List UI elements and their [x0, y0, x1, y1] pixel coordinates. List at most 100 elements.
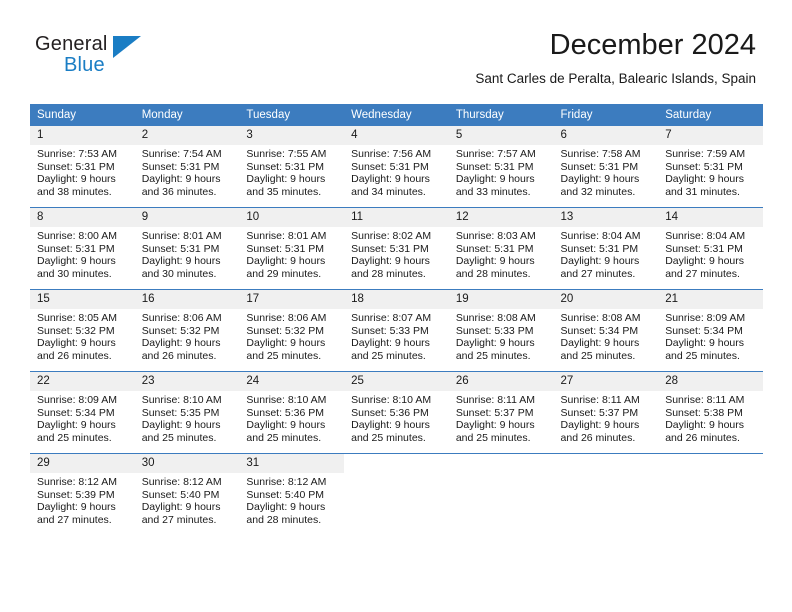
- logo-word-blue: Blue: [64, 54, 105, 76]
- day-cell[interactable]: 4 Sunrise: 7:56 AM Sunset: 5:31 PM Dayli…: [344, 126, 449, 208]
- sunrise-text: Sunrise: 8:01 AM: [141, 230, 222, 242]
- day-cell[interactable]: 15 Sunrise: 8:05 AM Sunset: 5:32 PM Dayl…: [30, 289, 135, 372]
- weekday-header-thursday: Thursday: [448, 104, 554, 126]
- daylight-text-line1: Daylight: 9 hours: [37, 501, 116, 514]
- day-details: Sunrise: 8:09 AM Sunset: 5:34 PM Dayligh…: [658, 309, 763, 362]
- sunrise-text: Sunrise: 8:10 AM: [141, 394, 222, 406]
- daylight-text-line1: Daylight: 9 hours: [560, 173, 640, 186]
- day-cell[interactable]: 7 Sunrise: 7:59 AM Sunset: 5:31 PM Dayli…: [658, 126, 763, 208]
- day-details: Sunrise: 8:11 AM Sunset: 5:37 PM Dayligh…: [449, 391, 554, 444]
- daylight-text-line2: and 25 minutes.: [560, 349, 636, 362]
- day-number: 6: [553, 126, 659, 145]
- page-subtitle: Sant Carles de Peralta, Balearic Islands…: [475, 71, 756, 86]
- sunset-text: Sunset: 5:31 PM: [665, 160, 743, 173]
- sunrise-text: Sunrise: 7:58 AM: [560, 148, 641, 160]
- day-details: Sunrise: 7:57 AM Sunset: 5:31 PM Dayligh…: [449, 145, 554, 198]
- day-cell[interactable]: 11 Sunrise: 8:02 AM Sunset: 5:31 PM Dayl…: [344, 207, 449, 290]
- day-cell[interactable]: 9 Sunrise: 8:01 AM Sunset: 5:31 PM Dayli…: [134, 207, 240, 290]
- day-number: 13: [553, 208, 659, 227]
- daylight-text-line1: Daylight: 9 hours: [141, 419, 221, 432]
- day-details: Sunrise: 8:06 AM Sunset: 5:32 PM Dayligh…: [135, 309, 240, 362]
- day-cell[interactable]: 31 Sunrise: 8:12 AM Sunset: 5:40 PM Dayl…: [239, 453, 345, 535]
- day-cell[interactable]: 26 Sunrise: 8:11 AM Sunset: 5:37 PM Dayl…: [448, 371, 554, 454]
- day-cell[interactable]: 1 Sunrise: 7:53 AM Sunset: 5:31 PM Dayli…: [30, 126, 135, 208]
- day-cell[interactable]: 14 Sunrise: 8:04 AM Sunset: 5:31 PM Dayl…: [658, 207, 763, 290]
- day-cell[interactable]: 24 Sunrise: 8:10 AM Sunset: 5:36 PM Dayl…: [239, 371, 345, 454]
- day-number: 20: [553, 290, 659, 309]
- day-cell[interactable]: 3 Sunrise: 7:55 AM Sunset: 5:31 PM Dayli…: [239, 126, 345, 208]
- day-cell[interactable]: 23 Sunrise: 8:10 AM Sunset: 5:35 PM Dayl…: [134, 371, 240, 454]
- daylight-text-line2: and 29 minutes.: [246, 267, 322, 280]
- sunset-text: Sunset: 5:31 PM: [351, 160, 429, 173]
- day-details: Sunrise: 8:11 AM Sunset: 5:37 PM Dayligh…: [554, 391, 659, 444]
- day-number: 19: [448, 290, 554, 309]
- weekday-header-monday: Monday: [134, 104, 240, 126]
- day-details: Sunrise: 8:04 AM Sunset: 5:31 PM Dayligh…: [554, 227, 659, 280]
- day-cell[interactable]: 25 Sunrise: 8:10 AM Sunset: 5:36 PM Dayl…: [344, 371, 449, 454]
- logo-word-general: General: [35, 33, 108, 55]
- daylight-text-line2: and 25 minutes.: [141, 431, 217, 444]
- day-number: 1: [30, 126, 135, 145]
- day-number: 25: [344, 372, 449, 391]
- daylight-text-line2: and 28 minutes.: [455, 267, 531, 280]
- sunset-text: Sunset: 5:31 PM: [455, 160, 534, 173]
- day-details: Sunrise: 7:55 AM Sunset: 5:31 PM Dayligh…: [239, 145, 344, 198]
- day-cell[interactable]: 17 Sunrise: 8:06 AM Sunset: 5:32 PM Dayl…: [239, 289, 345, 372]
- day-number: 18: [344, 290, 449, 309]
- daylight-text-line1: Daylight: 9 hours: [37, 255, 116, 268]
- daylight-text-line2: and 32 minutes.: [560, 185, 636, 198]
- daylight-text-line1: Daylight: 9 hours: [351, 255, 430, 268]
- day-cell[interactable]: 28 Sunrise: 8:11 AM Sunset: 5:38 PM Dayl…: [658, 371, 763, 454]
- day-cell[interactable]: 29 Sunrise: 8:12 AM Sunset: 5:39 PM Dayl…: [30, 453, 135, 535]
- day-cell[interactable]: 6 Sunrise: 7:58 AM Sunset: 5:31 PM Dayli…: [553, 126, 659, 208]
- day-details: Sunrise: 8:10 AM Sunset: 5:35 PM Dayligh…: [135, 391, 240, 444]
- sunrise-text: Sunrise: 8:12 AM: [141, 476, 222, 488]
- daylight-text-line1: Daylight: 9 hours: [455, 337, 535, 350]
- sunrise-text: Sunrise: 8:06 AM: [246, 312, 327, 324]
- day-cell[interactable]: 22 Sunrise: 8:09 AM Sunset: 5:34 PM Dayl…: [30, 371, 135, 454]
- day-number: 22: [30, 372, 135, 391]
- day-cell[interactable]: 13 Sunrise: 8:04 AM Sunset: 5:31 PM Dayl…: [553, 207, 659, 290]
- daylight-text-line1: Daylight: 9 hours: [246, 173, 326, 186]
- day-cell[interactable]: 18 Sunrise: 8:07 AM Sunset: 5:33 PM Dayl…: [344, 289, 449, 372]
- daylight-text-line2: and 28 minutes.: [246, 513, 322, 526]
- daylight-text-line1: Daylight: 9 hours: [37, 419, 116, 432]
- general-blue-logo[interactable]: General Blue: [35, 33, 215, 81]
- day-cell[interactable]: 19 Sunrise: 8:08 AM Sunset: 5:33 PM Dayl…: [448, 289, 554, 372]
- sunset-text: Sunset: 5:31 PM: [141, 160, 220, 173]
- daylight-text-line1: Daylight: 9 hours: [665, 419, 745, 432]
- day-cell[interactable]: 21 Sunrise: 8:09 AM Sunset: 5:34 PM Dayl…: [658, 289, 763, 372]
- day-cell[interactable]: 8 Sunrise: 8:00 AM Sunset: 5:31 PM Dayli…: [30, 207, 135, 290]
- sunset-text: Sunset: 5:36 PM: [351, 406, 429, 419]
- day-cell[interactable]: 27 Sunrise: 8:11 AM Sunset: 5:37 PM Dayl…: [553, 371, 659, 454]
- day-number: [448, 454, 554, 473]
- triangle-icon: [113, 36, 141, 58]
- day-cell[interactable]: 20 Sunrise: 8:08 AM Sunset: 5:34 PM Dayl…: [553, 289, 659, 372]
- sunset-text: Sunset: 5:33 PM: [351, 324, 429, 337]
- sunrise-text: Sunrise: 8:06 AM: [141, 312, 222, 324]
- day-cell[interactable]: 10 Sunrise: 8:01 AM Sunset: 5:31 PM Dayl…: [239, 207, 345, 290]
- day-details: Sunrise: 8:03 AM Sunset: 5:31 PM Dayligh…: [449, 227, 554, 280]
- daylight-text-line1: Daylight: 9 hours: [246, 419, 326, 432]
- sunset-text: Sunset: 5:31 PM: [455, 242, 534, 255]
- day-details: Sunrise: 8:05 AM Sunset: 5:32 PM Dayligh…: [30, 309, 135, 362]
- day-number: 16: [134, 290, 240, 309]
- day-cell[interactable]: 12 Sunrise: 8:03 AM Sunset: 5:31 PM Dayl…: [448, 207, 554, 290]
- daylight-text-line1: Daylight: 9 hours: [455, 419, 535, 432]
- daylight-text-line1: Daylight: 9 hours: [246, 255, 326, 268]
- day-number: 2: [134, 126, 240, 145]
- sunset-text: Sunset: 5:35 PM: [141, 406, 220, 419]
- sunrise-text: Sunrise: 8:07 AM: [351, 312, 432, 324]
- daylight-text-line2: and 25 minutes.: [246, 431, 322, 444]
- daylight-text-line2: and 28 minutes.: [351, 267, 426, 280]
- sunset-text: Sunset: 5:31 PM: [37, 242, 115, 255]
- day-details: Sunrise: 7:56 AM Sunset: 5:31 PM Dayligh…: [344, 145, 449, 198]
- day-cell[interactable]: 16 Sunrise: 8:06 AM Sunset: 5:32 PM Dayl…: [134, 289, 240, 372]
- day-cell[interactable]: 2 Sunrise: 7:54 AM Sunset: 5:31 PM Dayli…: [134, 126, 240, 208]
- daylight-text-line1: Daylight: 9 hours: [665, 255, 745, 268]
- day-details: Sunrise: 8:02 AM Sunset: 5:31 PM Dayligh…: [344, 227, 449, 280]
- week-row: 15 Sunrise: 8:05 AM Sunset: 5:32 PM Dayl…: [30, 289, 763, 372]
- day-cell[interactable]: 30 Sunrise: 8:12 AM Sunset: 5:40 PM Dayl…: [134, 453, 240, 535]
- day-number: 24: [239, 372, 345, 391]
- day-cell[interactable]: 5 Sunrise: 7:57 AM Sunset: 5:31 PM Dayli…: [448, 126, 554, 208]
